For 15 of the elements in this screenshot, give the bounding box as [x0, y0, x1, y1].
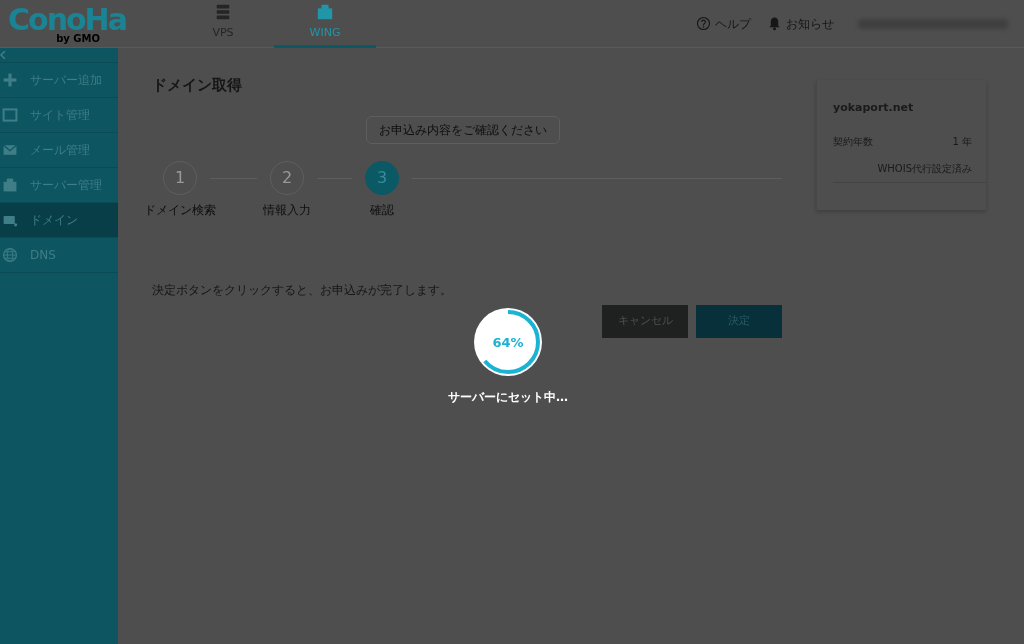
step-label: ドメイン検索	[144, 202, 216, 219]
logo-subtext: by GMO	[55, 35, 100, 42]
help-icon	[696, 16, 711, 31]
bell-icon	[767, 16, 782, 31]
globe-icon	[2, 247, 18, 263]
nav-tab[interactable]: WING	[274, 0, 376, 48]
loading-message: サーバーにセット中…	[447, 389, 569, 406]
sidebar-item[interactable]: ドメイン	[0, 203, 118, 238]
window-icon	[2, 107, 18, 123]
plus-icon	[2, 72, 18, 88]
server-icon	[214, 2, 232, 21]
collapse-icon[interactable]	[0, 51, 6, 59]
logo-text: ConoHa	[8, 5, 127, 35]
progress-ring: 64%	[474, 308, 542, 376]
page-title: ドメイン取得	[152, 76, 243, 94]
